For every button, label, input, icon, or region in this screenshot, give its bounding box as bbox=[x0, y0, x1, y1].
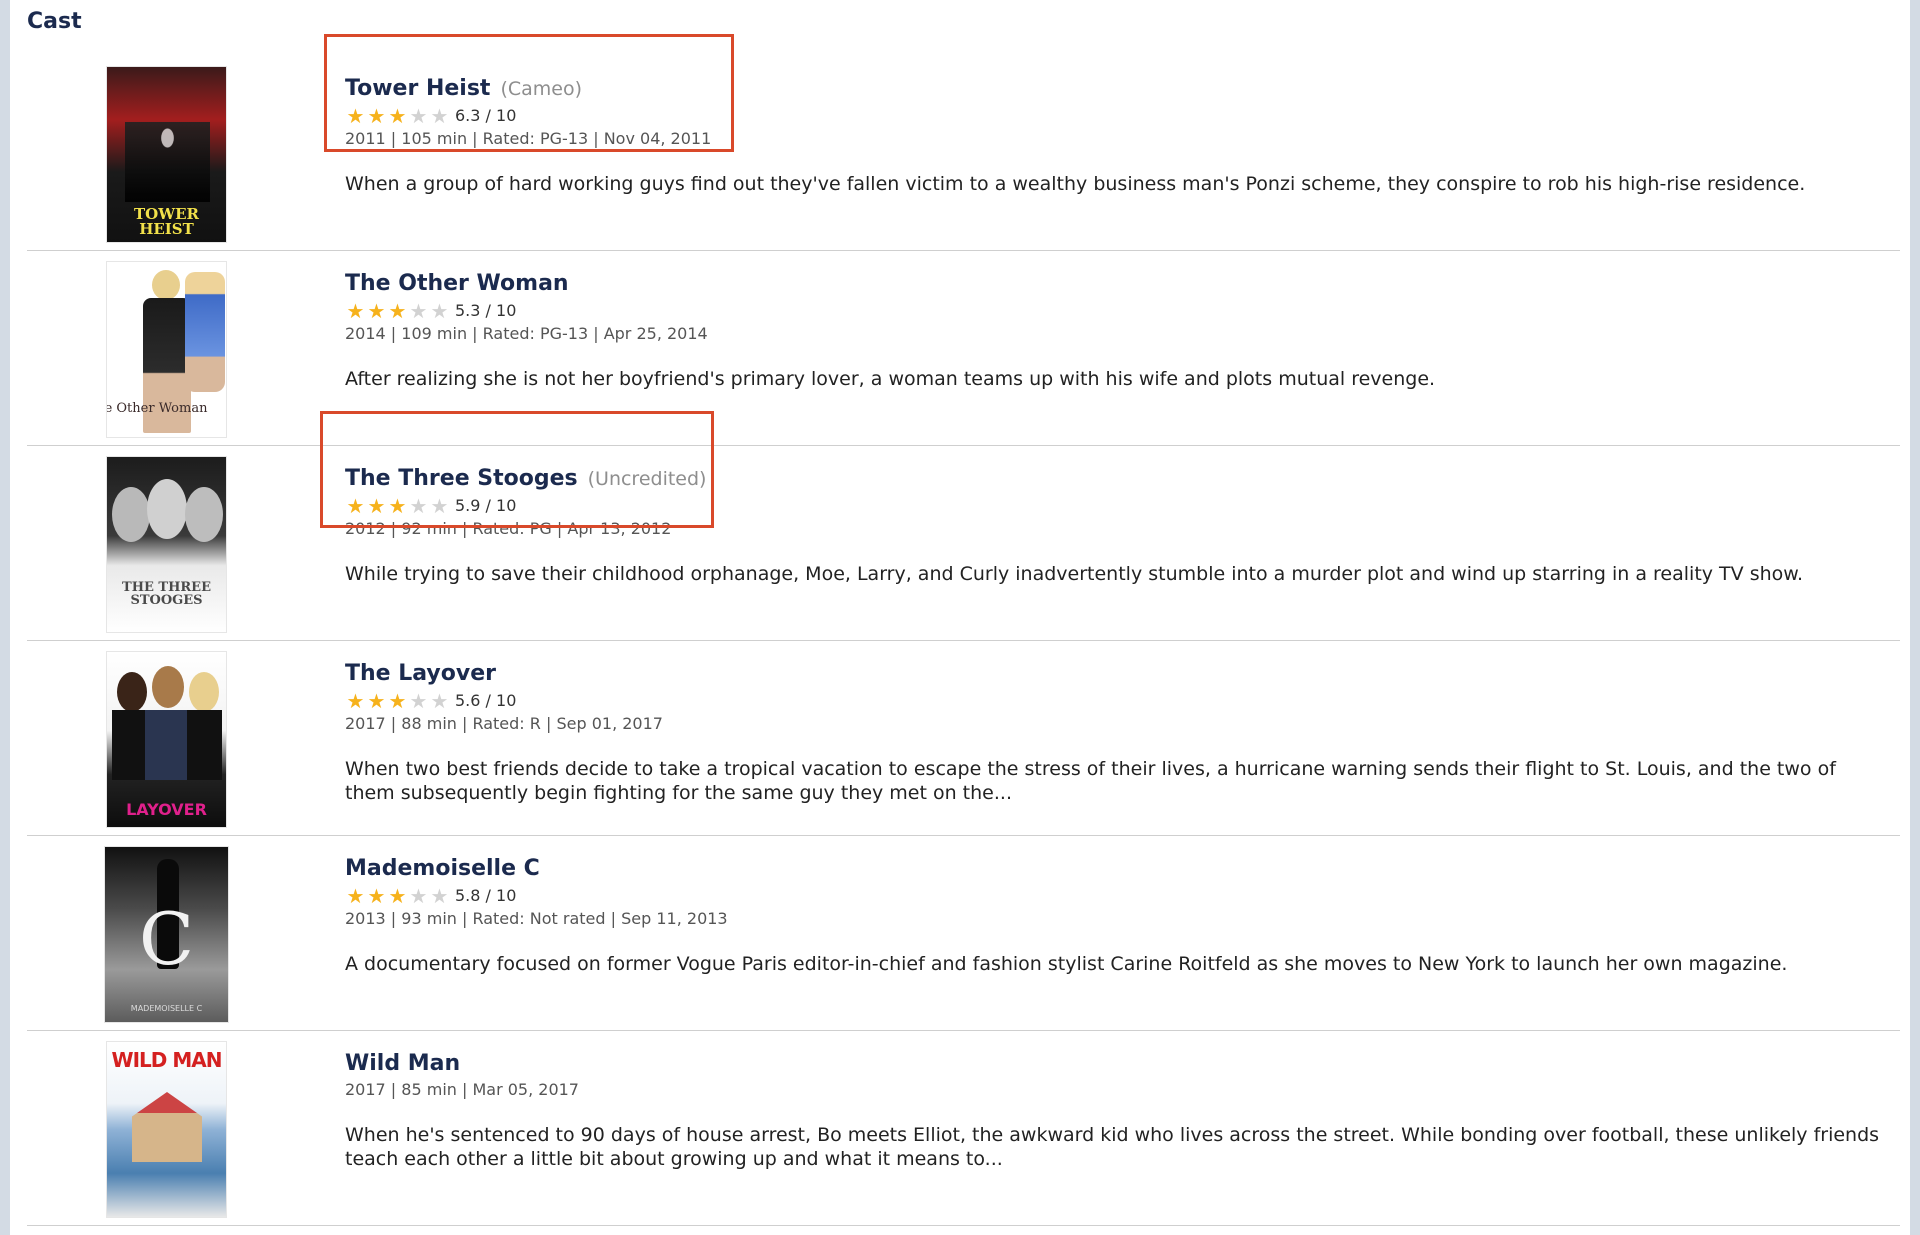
star-filled-icon: ★ bbox=[367, 298, 386, 323]
star-filled-icon: ★ bbox=[346, 688, 365, 713]
poster-title: THE THREE STOOGES bbox=[122, 580, 211, 608]
star-rating: ★ ★ ★ ★ ★ bbox=[345, 886, 450, 906]
star-empty-icon: ★ bbox=[430, 883, 449, 908]
movie-description: When he's sentenced to 90 days of house … bbox=[345, 1124, 1880, 1170]
movie-poster[interactable]: The Other Woman bbox=[106, 261, 227, 438]
star-filled-icon: ★ bbox=[388, 883, 407, 908]
star-empty-icon: ★ bbox=[409, 688, 428, 713]
star-rating: ★ ★ ★ ★ ★ bbox=[345, 301, 450, 321]
rating-row: ★ ★ ★ ★ ★ 5.8 / 10 bbox=[345, 885, 1880, 906]
highlight-box bbox=[324, 34, 734, 152]
list-item: WILD MAN Wild Man 2017 | 85 min | Mar 05… bbox=[27, 1031, 1900, 1226]
poster-letter: C bbox=[138, 897, 195, 981]
star-rating: ★ ★ ★ ★ ★ bbox=[345, 691, 450, 711]
list-item: C MADEMOISELLE C Mademoiselle C ★ ★ ★ ★ ★ 5.… bbox=[27, 836, 1900, 1031]
star-empty-icon: ★ bbox=[430, 298, 449, 323]
star-filled-icon: ★ bbox=[346, 883, 365, 908]
list-item: LAYOVER The Layover ★ ★ ★ ★ ★ 5.6 / 10 2017 … bbox=[27, 641, 1900, 836]
movie-title-link[interactable]: Mademoiselle C bbox=[345, 856, 540, 881]
star-empty-icon: ★ bbox=[409, 883, 428, 908]
movie-description: When two best friends decide to take a t… bbox=[345, 758, 1836, 804]
rating-value: 5.8 / 10 bbox=[455, 886, 517, 905]
list-item: The Other Woman The Other Woman ★★★★★ 5.… bbox=[27, 251, 1900, 446]
poster-title: The Other Woman bbox=[107, 401, 208, 416]
poster-title: MADEMOISELLE C bbox=[130, 1004, 203, 1013]
poster-title: WILD MAN bbox=[111, 1048, 223, 1072]
movie-meta: 2017 | 88 min | Rated: R | Sep 01, 2017 bbox=[345, 714, 663, 733]
cast-page: Cast TOWER HEIST Tower Heist (Cameo) ★ ★ ★ ★… bbox=[10, 0, 1910, 1235]
star-filled-icon: ★ bbox=[346, 298, 365, 323]
star-filled-icon: ★ bbox=[367, 883, 386, 908]
movie-meta: 2017 | 85 min | Mar 05, 2017 bbox=[345, 1080, 579, 1099]
movie-title-link[interactable]: The Other Woman bbox=[345, 271, 569, 296]
highlight-box bbox=[320, 411, 714, 528]
star-filled-icon: ★ bbox=[388, 688, 407, 713]
star-empty-icon: ★ bbox=[430, 688, 449, 713]
list-item: THE THREE STOOGES The Three Stooges (Uncr… bbox=[27, 446, 1900, 641]
movie-poster[interactable]: TOWER HEIST bbox=[106, 66, 227, 243]
movie-meta: 2014 | 109 min | Rated: PG-13 | Apr 25, … bbox=[345, 324, 708, 343]
poster-title: TOWER HEIST bbox=[134, 205, 199, 238]
section-title: Cast bbox=[27, 9, 82, 34]
movie-description: A documentary focused on former Vogue Pa… bbox=[345, 953, 1788, 975]
movie-poster[interactable]: LAYOVER bbox=[106, 651, 227, 828]
star-filled-icon: ★ bbox=[388, 298, 407, 323]
rating-row: ★ ★ ★ ★ ★ 5.6 / 10 bbox=[345, 690, 1880, 711]
movie-description: When a group of hard working guys find o… bbox=[345, 173, 1806, 195]
rating-row: ★ ★ ★ ★ ★ 5.3 / 10 bbox=[345, 300, 1880, 321]
star-filled-icon: ★ bbox=[367, 688, 386, 713]
movie-poster[interactable]: C MADEMOISELLE C bbox=[104, 846, 229, 1023]
star-empty-icon: ★ bbox=[409, 298, 428, 323]
movie-description: While trying to save their childhood orp… bbox=[345, 563, 1804, 585]
rating-value: 5.6 / 10 bbox=[455, 691, 517, 710]
movie-description: After realizing she is not her boyfriend… bbox=[345, 368, 1436, 390]
movie-poster[interactable]: THE THREE STOOGES bbox=[106, 456, 227, 633]
poster-title: LAYOVER bbox=[126, 800, 207, 819]
rating-value: 5.3 / 10 bbox=[455, 301, 517, 320]
movie-title-link[interactable]: Wild Man bbox=[345, 1051, 460, 1076]
movie-meta: 2013 | 93 min | Rated: Not rated | Sep 1… bbox=[345, 909, 728, 928]
movie-poster[interactable]: WILD MAN bbox=[106, 1041, 227, 1218]
list-item: TOWER HEIST Tower Heist (Cameo) ★ ★ ★ ★ ★ 6.3… bbox=[27, 56, 1900, 251]
movie-title-link[interactable]: The Layover bbox=[345, 661, 496, 686]
